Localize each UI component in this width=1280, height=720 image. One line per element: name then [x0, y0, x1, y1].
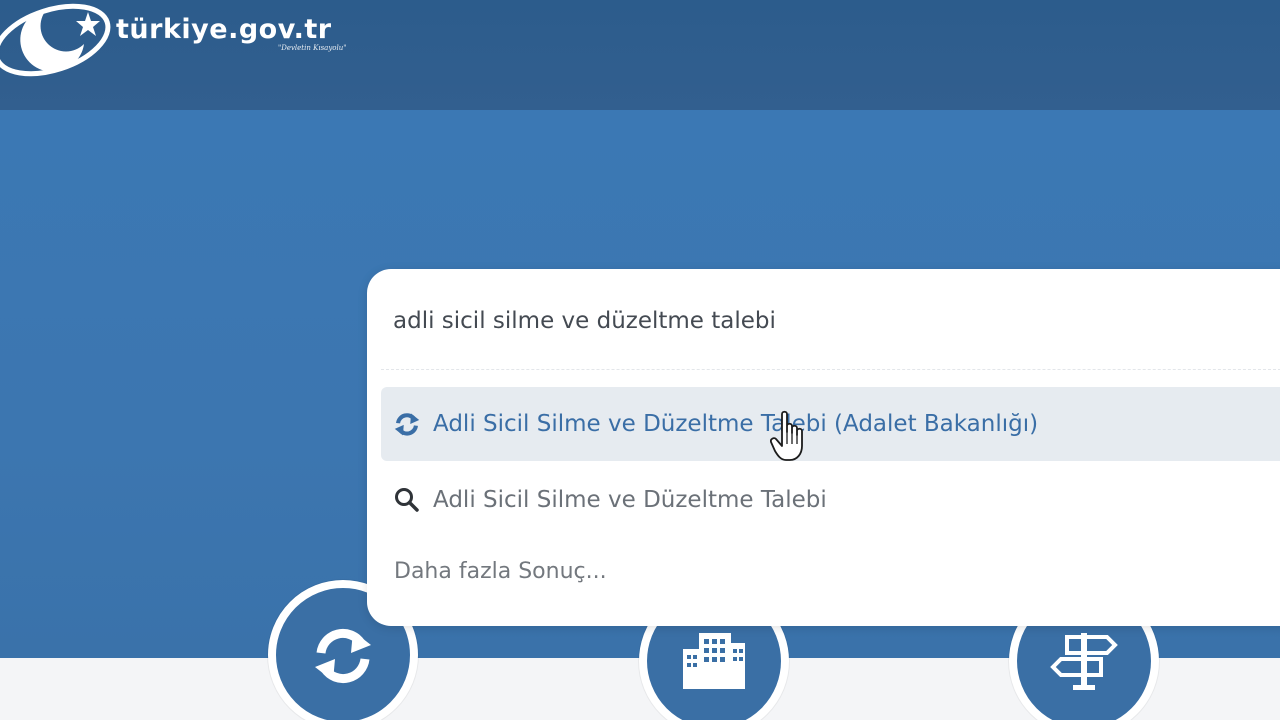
crescent-star-logo-icon — [0, 3, 111, 77]
more-results-link[interactable]: Daha fazla Sonuç... — [394, 559, 607, 584]
search-input[interactable] — [393, 301, 1253, 341]
turkiye-gov-logo[interactable]: türkiye.gov.tr "Devletin Kısayolu" — [0, 0, 380, 90]
hand-pointer-cursor-icon — [770, 410, 803, 461]
logo-text: türkiye.gov.tr — [116, 14, 332, 45]
search-icon — [393, 486, 421, 514]
suggestion-label: Adli Sicil Silme ve Düzeltme Talebi (Ada… — [433, 411, 1039, 437]
divider — [381, 369, 1280, 370]
search-suggestion-service[interactable]: Adli Sicil Silme ve Düzeltme Talebi (Ada… — [381, 387, 1280, 461]
top-header: türkiye.gov.tr "Devletin Kısayolu" — [0, 0, 1280, 110]
search-dropdown-panel: Adli Sicil Silme ve Düzeltme Talebi (Ada… — [367, 269, 1280, 626]
suggestion-label: Adli Sicil Silme ve Düzeltme Talebi — [433, 487, 827, 513]
search-suggestion-query[interactable]: Adli Sicil Silme ve Düzeltme Talebi — [381, 463, 1280, 537]
logo-slogan: "Devletin Kısayolu" — [278, 44, 347, 52]
refresh-icon — [393, 410, 421, 438]
refresh-icon — [315, 629, 371, 683]
building-icon — [683, 633, 745, 689]
signpost-icon — [1050, 633, 1118, 690]
